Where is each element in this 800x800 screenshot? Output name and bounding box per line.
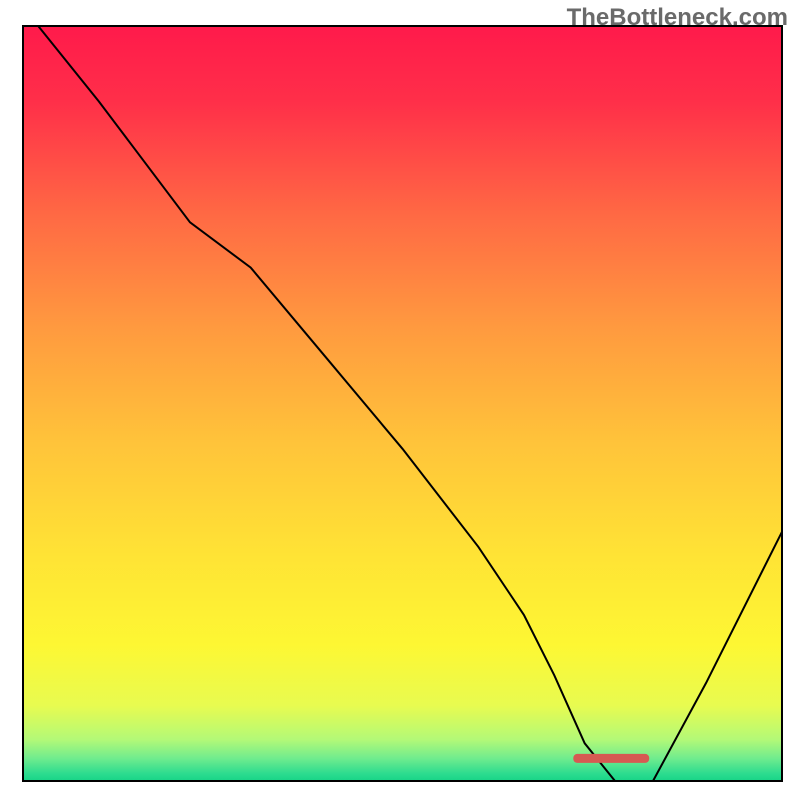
optimum-marker	[573, 754, 649, 763]
chart-container: TheBottleneck.com	[0, 0, 800, 800]
bottleneck-chart	[0, 0, 800, 800]
gradient-background	[23, 26, 782, 781]
watermark-text: TheBottleneck.com	[567, 4, 788, 32]
